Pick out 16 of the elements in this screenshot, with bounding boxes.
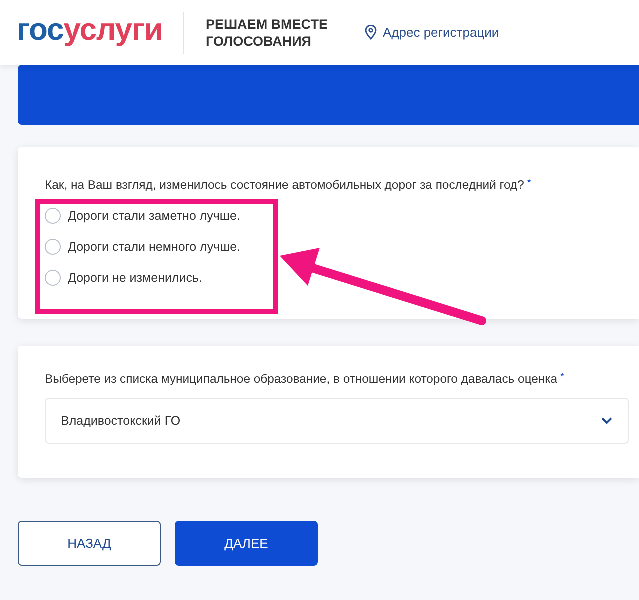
radio-circle[interactable] [45, 239, 61, 255]
back-button[interactable]: НАЗАД [18, 521, 161, 566]
section-title: РЕШАЕМ ВМЕСТЕ ГОЛОСОВАНИЯ [206, 16, 329, 50]
logo[interactable]: госуслуги [17, 14, 163, 51]
radio-option[interactable]: Дороги стали немного лучше. [45, 239, 639, 255]
municipality-dropdown[interactable]: Владивостокский ГО [45, 398, 629, 444]
radio-circle[interactable] [45, 270, 61, 286]
field-label: Выберете из списка муниципальное образование, в отношении которого давалась оценка * [45, 372, 566, 386]
radio-option[interactable]: Дороги стали заметно лучше. [45, 208, 639, 224]
question-text: Как, на Ваш взгляд, изменилось состояние автомобильных дорог за последний год? * [45, 178, 532, 192]
radio-option[interactable]: Дороги не изменились. [45, 270, 639, 286]
next-button[interactable]: ДАЛЕЕ [175, 521, 318, 566]
radio-circle[interactable] [45, 208, 61, 224]
location-pin-icon [364, 25, 377, 40]
address-link[interactable]: Адрес регистрации [382, 25, 500, 40]
chevron-down-icon [601, 417, 613, 425]
